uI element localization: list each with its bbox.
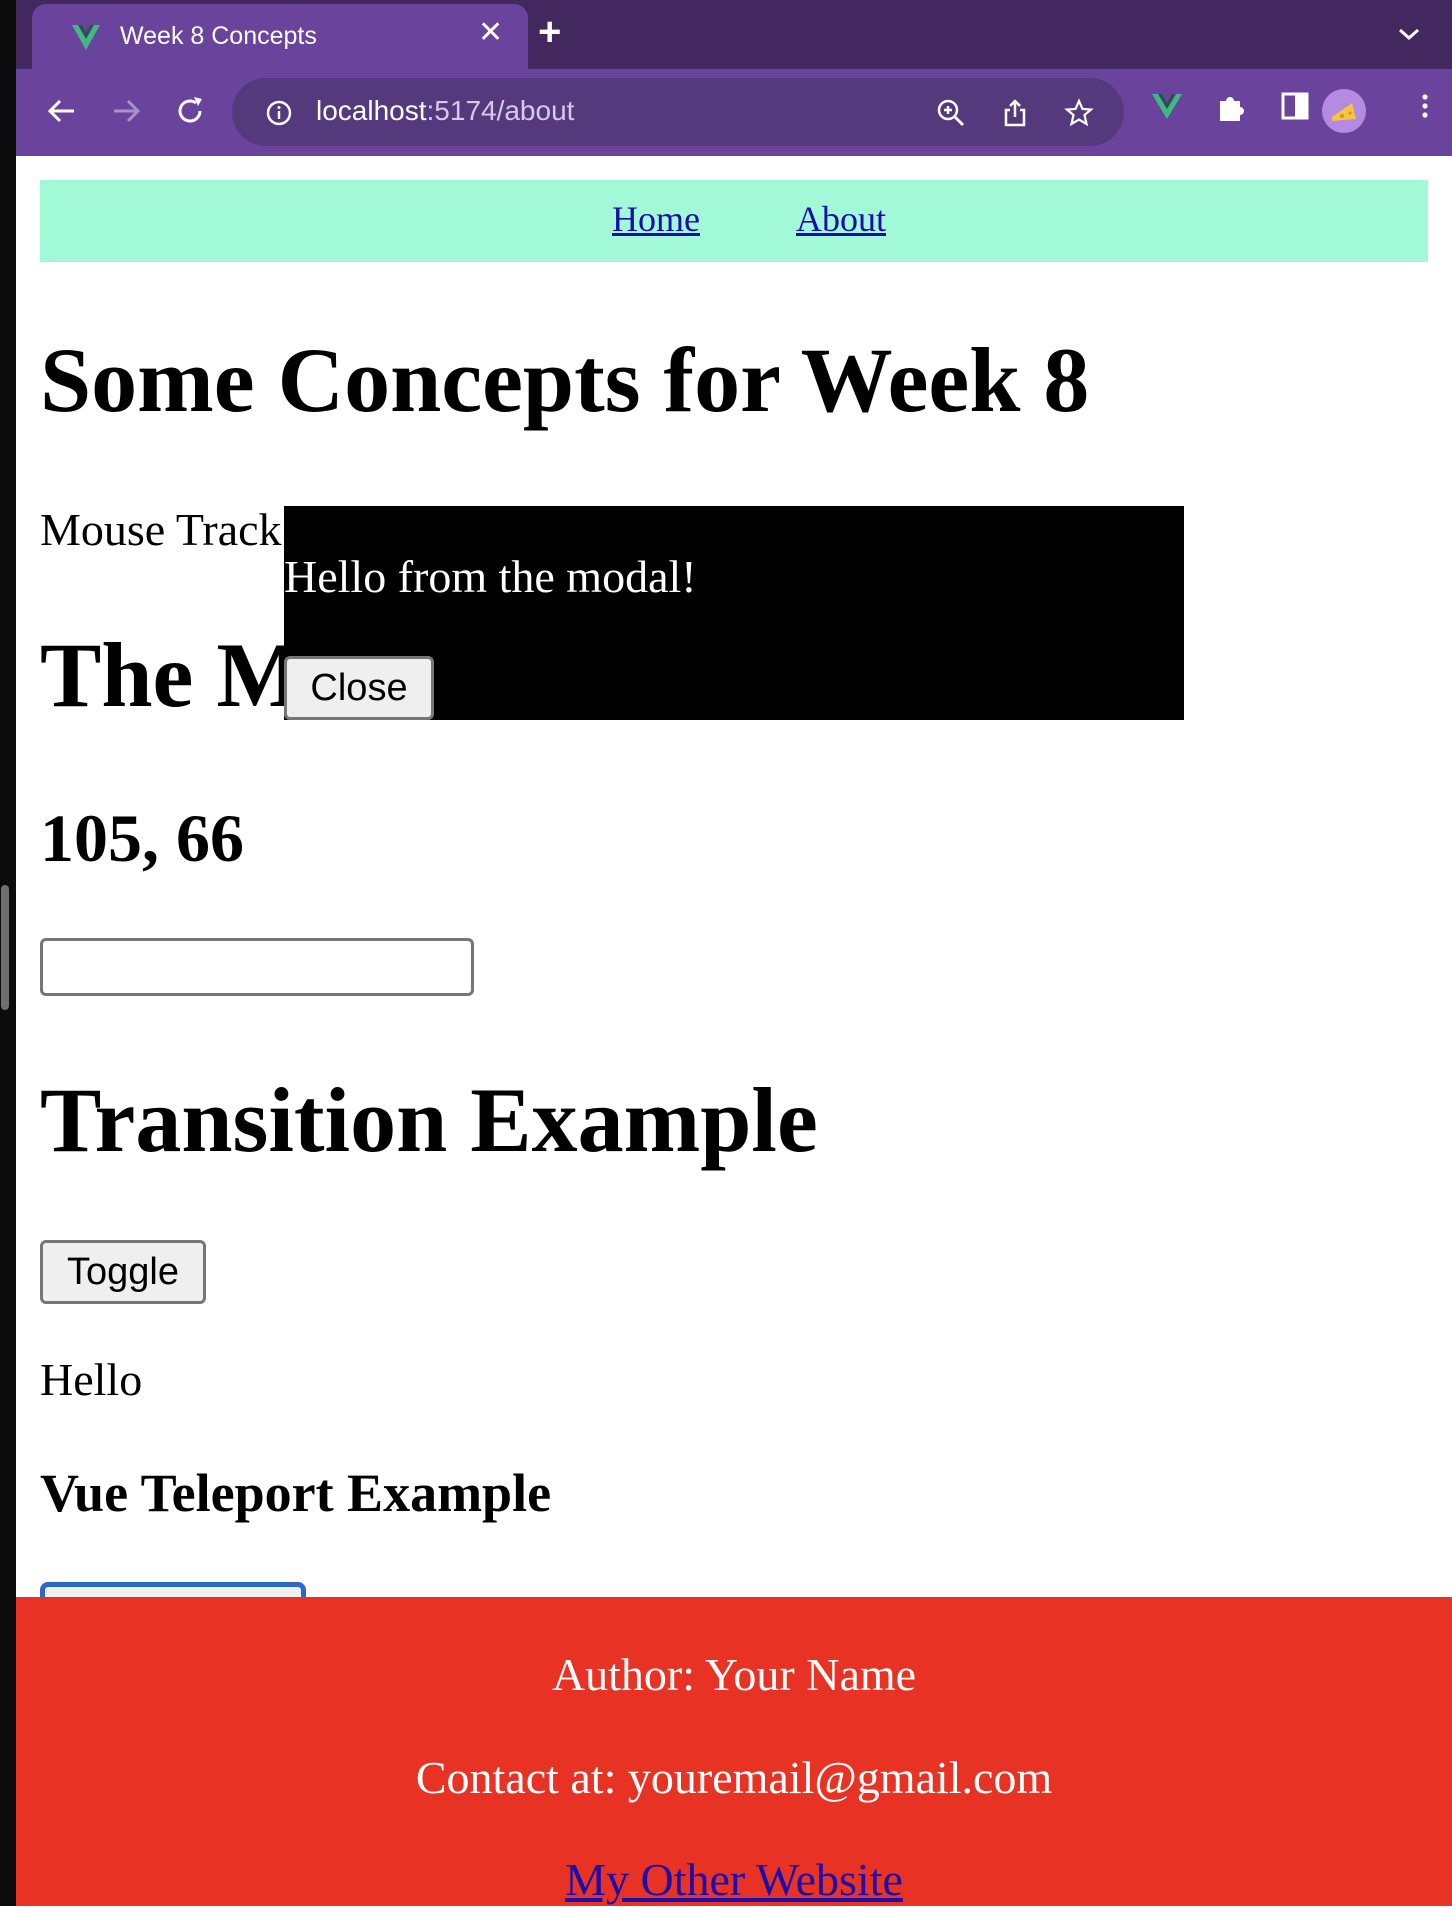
site-footer: Author: Your Name Contact at: youremail@… — [16, 1597, 1452, 1906]
hello-text: Hello — [40, 1354, 143, 1405]
modal: Hello from the modal! Close — [284, 506, 1184, 720]
tab-close-icon[interactable]: ✕ — [478, 18, 503, 48]
teleport-heading: Vue Teleport Example — [40, 1463, 552, 1523]
address-bar[interactable]: localhost:5174/about — [232, 78, 1124, 146]
profile-avatar[interactable] — [1322, 89, 1366, 133]
browser-chrome: Week 8 Concepts ✕ + localhost:5174/about — [16, 0, 1452, 156]
share-icon[interactable] — [1000, 98, 1030, 128]
vue-devtools-icon[interactable] — [1150, 89, 1184, 123]
nav-link-home[interactable]: Home — [612, 198, 700, 240]
new-tab-icon[interactable]: + — [538, 12, 561, 52]
site-navbar: Home About — [40, 180, 1428, 262]
cheese-icon — [1332, 103, 1356, 121]
extensions-puzzle-icon[interactable] — [1214, 89, 1248, 123]
bookmark-star-icon[interactable] — [1064, 98, 1094, 128]
url-text[interactable]: localhost:5174/about — [316, 95, 574, 127]
footer-website-link[interactable]: My Other Website — [565, 1854, 903, 1905]
page-title: Some Concepts for Week 8 — [40, 329, 1090, 431]
modal-close-button[interactable]: Close — [284, 656, 434, 720]
footer-link-row: My Other Website — [16, 1852, 1452, 1908]
browser-menu-icon[interactable] — [1408, 89, 1442, 123]
modal-message: Hello from the modal! — [284, 551, 697, 602]
vue-logo-icon — [72, 25, 100, 50]
nav-link-about[interactable]: About — [796, 198, 886, 240]
footer-author: Author: Your Name — [551, 1649, 917, 1700]
text-input[interactable] — [40, 938, 474, 996]
back-arrow-icon[interactable] — [40, 89, 84, 133]
transition-heading: Transition Example — [40, 1069, 818, 1171]
toggle-button[interactable]: Toggle — [40, 1240, 206, 1304]
tab-title: Week 8 Concepts — [120, 22, 317, 50]
forward-arrow-icon[interactable] — [104, 89, 148, 133]
reload-icon[interactable] — [168, 89, 212, 133]
zoom-icon[interactable] — [936, 98, 966, 128]
active-tab[interactable]: Week 8 Concepts ✕ — [32, 4, 528, 69]
footer-contact: Contact at: youremail@gmail.com — [415, 1752, 1053, 1803]
side-panel-icon[interactable] — [1278, 89, 1312, 123]
info-icon[interactable] — [266, 100, 292, 126]
mouse-tracker-label: Mouse Track — [40, 504, 282, 555]
tab-bar: Week 8 Concepts ✕ + — [16, 0, 1452, 69]
left-edge — [0, 0, 16, 1906]
tab-search-chevron-icon[interactable] — [1396, 24, 1422, 44]
mouse-heading: The M — [40, 624, 304, 726]
scrollbar-thumb[interactable] — [1, 885, 9, 1010]
browser-toolbar: localhost:5174/about — [16, 69, 1452, 156]
mouse-coordinates: 105, 66 — [40, 800, 244, 876]
